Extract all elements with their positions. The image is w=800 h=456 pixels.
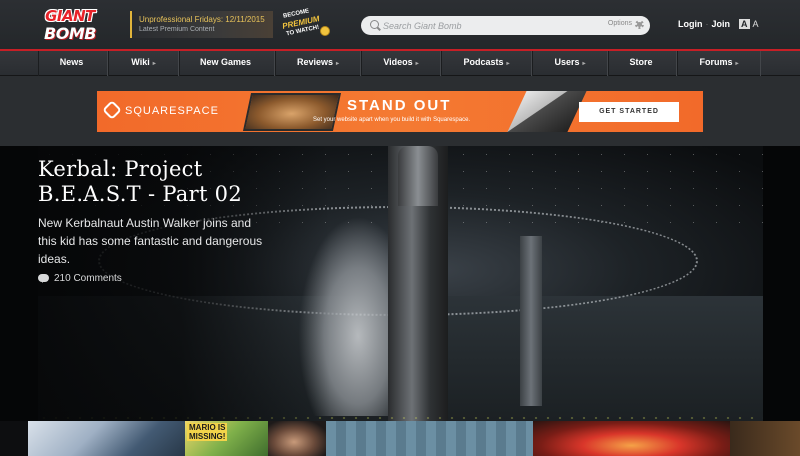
thumbnail-4[interactable] (326, 421, 533, 456)
ad-subline: Set your website apart when you build it… (313, 117, 471, 123)
thumbnail-6[interactable] (730, 421, 800, 456)
thumbnail-2-title-line2: MISSING! (187, 432, 228, 441)
hero-feature[interactable]: Kerbal: Project B.E.A.S.T - Part 02 New … (0, 146, 800, 421)
nav-item-reviews[interactable]: Reviews ▸ (275, 51, 361, 76)
nav-item-forums[interactable]: Forums ▸ (677, 51, 761, 76)
premium-promo-banner[interactable]: Unprofessional Fridays: 12/11/2015 Lates… (130, 11, 273, 38)
ad-image-sandwich (242, 93, 342, 131)
thumbnail-1[interactable] (28, 421, 185, 456)
main-nav: News Wiki ▸ New Games Reviews ▸ Videos ▸ Po… (0, 49, 800, 76)
top-header: GIANT BOMB Unprofessional Fridays: 12/11… (0, 0, 800, 49)
auth-links: Login · Join (678, 19, 730, 29)
ad-image-knife (507, 91, 587, 132)
nav-item-label: News (59, 57, 84, 67)
ad-band: SQUARESPACE STAND OUT Set your website a… (0, 76, 800, 146)
comment-icon (38, 274, 49, 284)
promo-title: Unprofessional Fridays: 12/11/2015 (139, 15, 265, 24)
chevron-right-icon: ▸ (506, 61, 510, 67)
rocket-graphic (388, 146, 448, 421)
nav-item-store[interactable]: Store (608, 51, 677, 76)
become-premium-badge[interactable]: BECOME PREMIUM TO WATCH! (280, 8, 335, 39)
thumbnail-2-title-line1: MARIO IS (187, 423, 228, 432)
nav-item-label: Wiki (131, 57, 150, 67)
chevron-right-icon: ▸ (152, 61, 156, 67)
hero-comments-count: 210 Comments (54, 273, 122, 284)
promo-subtitle: Latest Premium Content (139, 26, 215, 33)
nav-item-podcasts[interactable]: Podcasts ▸ (441, 51, 532, 76)
chevron-right-icon: ▸ (415, 61, 419, 67)
thumbnail-5[interactable] (533, 421, 730, 456)
nav-item-label: Videos (383, 57, 413, 67)
nav-item-label: New Games (199, 57, 252, 67)
nav-item-videos[interactable]: Videos ▸ (361, 51, 441, 76)
video-thumbnail-strip: MARIO IS MISSING! (0, 421, 800, 456)
nav-item-users[interactable]: Users ▸ (532, 51, 608, 76)
search-bar: Options (361, 16, 650, 35)
logo-text-giant: GIANT (45, 7, 95, 25)
search-options-link[interactable]: Options (608, 20, 632, 27)
chevron-right-icon: ▸ (582, 61, 586, 67)
nav-item-label: Store (629, 57, 653, 67)
squarespace-ad-banner[interactable]: SQUARESPACE STAND OUT Set your website a… (97, 91, 703, 132)
squarespace-logo-icon (102, 100, 122, 120)
nav-item-label: Podcasts (463, 57, 504, 67)
launch-tower-graphic (520, 236, 542, 406)
font-size-large-button[interactable]: A (739, 19, 750, 29)
search-icon (370, 20, 379, 29)
coin-icon (320, 26, 330, 36)
nav-item-news[interactable]: News (38, 51, 108, 76)
logo-text-bomb: BOMB (44, 24, 96, 43)
rocket-cap (398, 146, 438, 206)
nav-item-label: Users (554, 57, 580, 67)
nav-item-label: Forums (699, 57, 733, 67)
thumbnail-3[interactable] (268, 421, 326, 456)
ad-cta-button[interactable]: GET STARTED (579, 102, 679, 122)
font-size-small-button[interactable]: A (753, 19, 759, 29)
search-input[interactable] (383, 18, 583, 33)
login-link[interactable]: Login (678, 19, 703, 29)
ad-headline: STAND OUT (347, 97, 452, 114)
auth-separator: · (705, 19, 709, 29)
hero-comments-link[interactable]: 210 Comments (38, 273, 122, 284)
chevron-right-icon: ▸ (336, 61, 340, 67)
ad-brand: SQUARESPACE (125, 105, 219, 117)
nav-item-label: Reviews (296, 57, 333, 67)
hero-description: New Kerbalnaut Austin Walker joins and t… (38, 216, 263, 266)
font-size-toggle: AA (739, 19, 759, 29)
hero-title[interactable]: Kerbal: Project B.E.A.S.T - Part 02 (38, 157, 278, 207)
nav-item-new-games[interactable]: New Games (179, 51, 275, 76)
nav-item-wiki[interactable]: Wiki ▸ (108, 51, 179, 76)
chevron-right-icon: ▸ (735, 61, 739, 67)
gear-icon[interactable] (635, 20, 644, 29)
giant-bomb-logo[interactable]: GIANT BOMB (40, 7, 100, 45)
thumbnail-2[interactable]: MARIO IS MISSING! (185, 421, 268, 456)
join-link[interactable]: Join (712, 19, 731, 29)
